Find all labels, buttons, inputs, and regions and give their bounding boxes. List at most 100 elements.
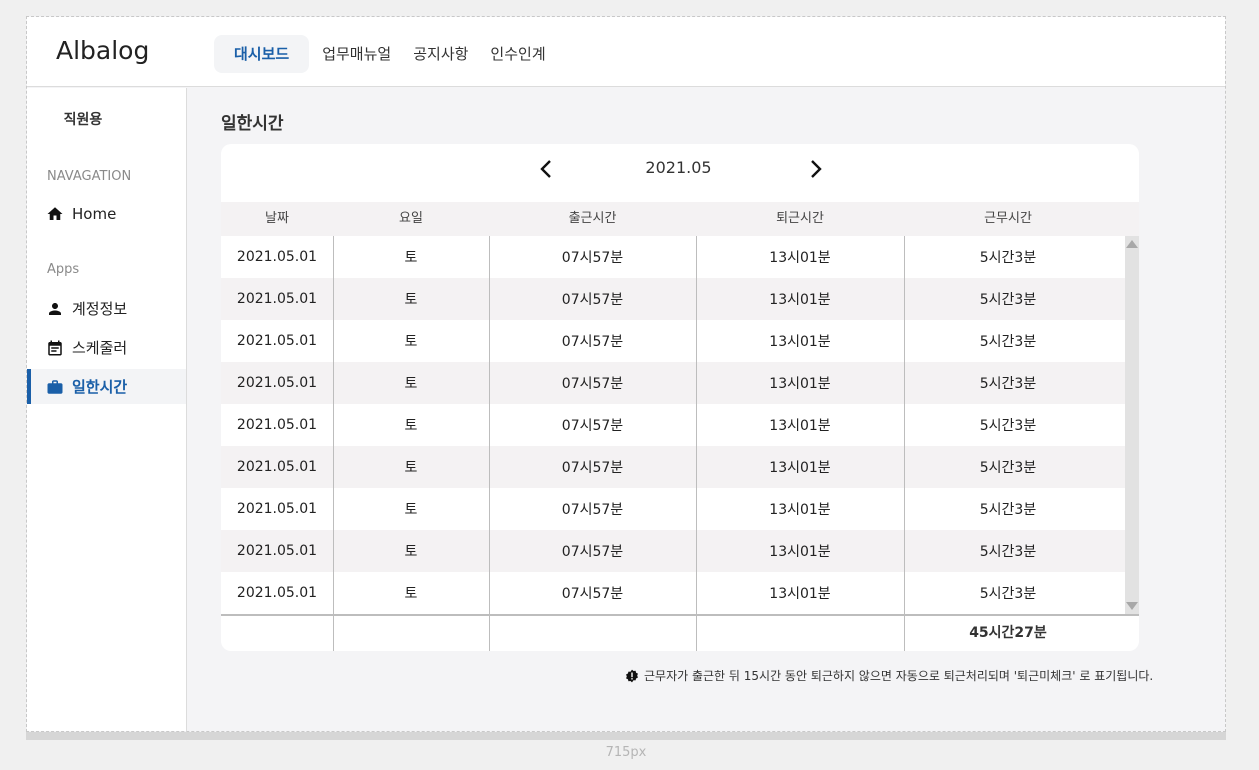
cell-weekday: 토	[404, 460, 418, 476]
cell-date: 2021.05.01	[236, 585, 318, 601]
cell-weekday: 토	[404, 502, 418, 518]
cell-clock-out: 13시01분	[769, 586, 831, 602]
cell-weekday: 토	[404, 418, 418, 434]
cell-weekday: 토	[404, 544, 418, 560]
column-header-clock-out[interactable]: 퇴근시간	[696, 202, 904, 236]
table-body: 2021.05.01 토 07시57분 13시01분 5시간3분 2021.05.01 토 0…	[221, 236, 1125, 614]
column-divider	[489, 236, 490, 651]
cell-date: 2021.05.01	[236, 543, 318, 559]
table-row[interactable]: 2021.05.01 토 07시57분 13시01분 5시간3분	[221, 488, 1125, 530]
column-header-weekday[interactable]: 요일	[333, 202, 489, 236]
cell-clock-out: 13시01분	[769, 376, 831, 392]
cell-hours: 5시간3분	[979, 544, 1037, 560]
notice-text: 근무자가 출근한 뒤 15시간 동안 퇴근하지 않으면 자동으로 퇴근처리되며 …	[644, 669, 1154, 683]
work-hours-card: 2021.05 날짜 요일 출근시간 퇴근시간 근무시간 2021.05.01 토…	[221, 144, 1139, 651]
column-divider	[904, 236, 905, 651]
cell-hours: 5시간3분	[979, 460, 1037, 476]
cell-date: 2021.05.01	[236, 249, 318, 265]
viewport-bottom-bar	[26, 732, 1226, 740]
cell-clock-in: 07시57분	[561, 418, 624, 434]
cell-clock-out: 13시01분	[769, 418, 831, 434]
tab-notices[interactable]: 공지사항	[402, 35, 479, 73]
prev-month-button[interactable]	[533, 156, 559, 182]
chevron-left-icon	[540, 160, 551, 178]
cell-clock-in: 07시57분	[561, 460, 624, 476]
table-row[interactable]: 2021.05.01 토 07시57분 13시01분 5시간3분	[221, 236, 1125, 278]
sidebar-item-account[interactable]: 계정정보	[27, 291, 186, 326]
top-navbar: Albalog 대시보드 업무매뉴얼 공지사항 인수인계	[27, 17, 1225, 87]
current-month: 2021.05	[645, 158, 712, 177]
chevron-right-icon	[811, 160, 822, 178]
tab-dashboard[interactable]: 대시보드	[214, 35, 310, 73]
cell-hours: 5시간3분	[979, 502, 1037, 518]
table-header: 날짜 요일 출근시간 퇴근시간 근무시간	[221, 202, 1139, 236]
cell-hours: 5시간3분	[979, 418, 1037, 434]
sidebar-item-label: 일한시간	[72, 378, 128, 396]
sidebar-user-role: 직원용	[63, 112, 103, 128]
cell-hours: 5시간3분	[979, 250, 1037, 266]
cell-date: 2021.05.01	[236, 375, 318, 391]
sidebar-item-scheduler[interactable]: 스케줄러	[27, 330, 186, 365]
cell-clock-out: 13시01분	[769, 502, 831, 518]
width-indicator: 715px	[605, 745, 647, 760]
app-logo[interactable]: Albalog	[56, 36, 149, 65]
top-tabs: 대시보드 업무매뉴얼 공지사항 인수인계	[214, 35, 557, 73]
cell-clock-out: 13시01분	[769, 292, 831, 308]
person-icon	[46, 300, 64, 318]
total-hours: 45시간27분	[969, 625, 1047, 641]
cell-clock-out: 13시01분	[769, 334, 831, 350]
table-scrollbar[interactable]	[1125, 236, 1139, 614]
cell-date: 2021.05.01	[236, 333, 318, 349]
column-header-hours[interactable]: 근무시간	[904, 202, 1112, 236]
table-row[interactable]: 2021.05.01 토 07시57분 13시01분 5시간3분	[221, 320, 1125, 362]
cell-clock-in: 07시57분	[561, 544, 624, 560]
sidebar-item-label: 계정정보	[72, 300, 128, 318]
tab-work-manual[interactable]: 업무매뉴얼	[311, 35, 402, 73]
cell-weekday: 토	[404, 376, 418, 392]
cell-hours: 5시간3분	[979, 334, 1037, 350]
sidebar: 직원용 NAVAGATION Home Apps 계정정보 스케줄러 일한시간	[27, 88, 187, 731]
table-row[interactable]: 2021.05.01 토 07시57분 13시01분 5시간3분	[221, 530, 1125, 572]
sidebar-section-apps: Apps	[47, 262, 80, 277]
calendar-icon	[46, 339, 64, 357]
table-row[interactable]: 2021.05.01 토 07시57분 13시01분 5시간3분	[221, 446, 1125, 488]
cell-date: 2021.05.01	[236, 417, 318, 433]
cell-clock-in: 07시57분	[561, 292, 624, 308]
tab-handover[interactable]: 인수인계	[479, 35, 556, 73]
scroll-up-arrow-icon[interactable]	[1126, 240, 1138, 248]
cell-hours: 5시간3분	[979, 376, 1037, 392]
month-navigator: 2021.05	[221, 144, 1139, 201]
cell-clock-in: 07시57분	[561, 586, 624, 602]
home-icon	[46, 205, 64, 223]
cell-weekday: 토	[404, 586, 418, 602]
sidebar-item-home[interactable]: Home	[27, 196, 186, 231]
cell-clock-in: 07시57분	[561, 334, 624, 350]
cell-weekday: 토	[404, 292, 418, 308]
table-row[interactable]: 2021.05.01 토 07시57분 13시01분 5시간3분	[221, 404, 1125, 446]
scroll-down-arrow-icon[interactable]	[1126, 602, 1138, 610]
column-header-date[interactable]: 날짜	[221, 202, 333, 236]
table-footer: 45시간27분	[221, 614, 1139, 651]
auto-checkout-notice: 근무자가 출근한 뒤 15시간 동안 퇴근하지 않으면 자동으로 퇴근처리되며 …	[625, 667, 1153, 684]
column-divider	[333, 236, 334, 651]
cell-date: 2021.05.01	[236, 501, 318, 517]
app-frame: Albalog 대시보드 업무매뉴얼 공지사항 인수인계 직원용 NAVAGAT…	[26, 16, 1226, 732]
cell-clock-in: 07시57분	[561, 376, 624, 392]
cell-clock-in: 07시57분	[561, 502, 624, 518]
next-month-button[interactable]	[803, 156, 829, 182]
briefcase-icon	[46, 378, 64, 396]
cell-date: 2021.05.01	[236, 291, 318, 307]
cell-clock-out: 13시01분	[769, 544, 831, 560]
sidebar-item-work-hours[interactable]: 일한시간	[27, 369, 186, 404]
cell-clock-in: 07시57분	[561, 250, 624, 266]
sidebar-item-label: 스케줄러	[72, 339, 128, 357]
table-row[interactable]: 2021.05.01 토 07시57분 13시01분 5시간3분	[221, 362, 1125, 404]
column-header-clock-in[interactable]: 출근시간	[489, 202, 696, 236]
table-row[interactable]: 2021.05.01 토 07시57분 13시01분 5시간3분	[221, 278, 1125, 320]
table-row[interactable]: 2021.05.01 토 07시57분 13시01분 5시간3분	[221, 572, 1125, 614]
sidebar-section-navigation: NAVAGATION	[47, 169, 132, 184]
cell-clock-out: 13시01분	[769, 460, 831, 476]
cell-hours: 5시간3분	[979, 292, 1037, 308]
cell-weekday: 토	[404, 250, 418, 266]
alert-badge-icon	[625, 669, 639, 683]
